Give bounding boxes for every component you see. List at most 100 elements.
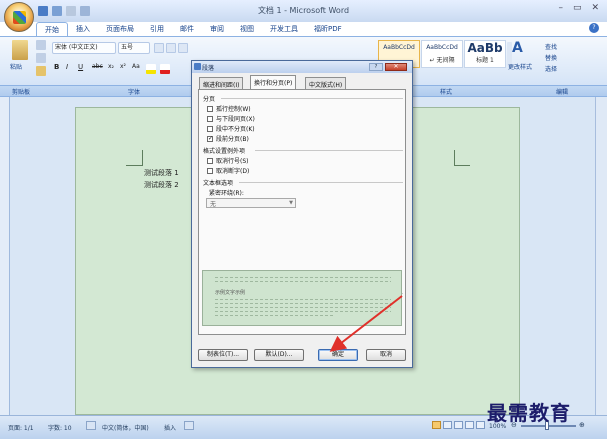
tab-review[interactable]: 审阅 [202,22,232,36]
clear-format-icon[interactable] [178,43,188,53]
cut-icon[interactable] [36,40,46,50]
cancel-button[interactable]: 取消 [366,349,406,361]
find-button[interactable]: 查找 [545,42,557,51]
tab-indents-spacing[interactable]: 缩进和间距(I) [199,77,244,89]
preview-line [215,281,391,282]
keep-with-next-option[interactable]: 与下段同页(X) [207,114,255,123]
font-name-select[interactable]: 宋体 (中文正文) [52,42,116,54]
style-heading-1-sample: AaBb [467,41,503,55]
proofing-icon[interactable] [86,421,96,430]
style-no-spacing-sample: AaBbCcDd [426,44,458,51]
format-exceptions-section-title: 格式设置例外项 [203,148,246,155]
office-logo-icon [13,11,26,24]
style-normal-sample: AaBbCcDd [383,44,415,51]
paste-button[interactable]: 粘贴 [10,62,22,71]
window-controls: – ▭ ✕ [558,3,599,13]
section-divider [221,98,403,99]
tab-mailings[interactable]: 邮件 [172,22,202,36]
clipboard-group-label: 剪贴板 [12,89,31,96]
language-status[interactable]: 中文(简体，中国) [102,423,149,432]
format-painter-icon[interactable] [36,66,46,76]
dialog-help-button[interactable]: ? [369,63,383,71]
tab-insert[interactable]: 插入 [68,22,98,36]
document-paragraph: 测试段落 2 [144,181,179,189]
vertical-scrollbar[interactable] [595,97,607,415]
section-divider [255,150,403,151]
suppress-line-numbers-checkbox[interactable] [207,157,213,164]
font-size-select[interactable]: 五号 [118,42,150,54]
maximize-button[interactable]: ▭ [573,3,582,13]
section-divider [239,182,403,183]
font-color-icon[interactable] [160,64,170,74]
tab-references[interactable]: 引用 [142,22,172,36]
subscript-icon[interactable]: x₂ [108,63,114,70]
pagination-section-title: 分页 [203,96,216,103]
keep-with-next-checkbox[interactable] [207,115,213,122]
chevron-down-icon: ▼ [289,200,293,206]
change-case-icon[interactable]: Aa [132,63,140,70]
tabs-button[interactable]: 制表位(T)... [198,349,248,361]
dialog-close-button[interactable]: ✕ [385,63,407,71]
keep-lines-together-checkbox[interactable] [207,125,213,132]
bold-icon[interactable]: B [54,63,59,71]
shrink-font-icon[interactable] [166,43,176,53]
paste-icon[interactable] [12,40,28,60]
style-no-spacing-name: ↵ 无间隔 [429,57,455,64]
zoom-in-icon[interactable]: ⊕ [579,421,585,429]
tab-page-layout[interactable]: 页面布局 [98,22,142,36]
ribbon-tabs: 开始 插入 页面布局 引用 邮件 审阅 视图 开发工具 福昕PDF [36,22,350,36]
keep-lines-together-label: 段中不分页(K) [216,126,255,133]
print-layout-icon[interactable] [432,421,441,429]
page-break-before-checkbox[interactable]: ✓ [207,135,213,142]
style-heading-1-name: 标题 1 [476,57,494,64]
page-break-before-label: 段前分页(B) [216,136,249,143]
style-no-spacing[interactable]: AaBbCcDd ↵ 无间隔 [421,40,463,68]
no-hyphenation-label: 取消断字(D) [216,168,250,175]
office-button[interactable] [4,2,34,32]
change-styles-icon[interactable]: A [512,40,523,56]
close-window-button[interactable]: ✕ [591,3,599,13]
window-title: 文档 1 - Microsoft Word [257,6,350,15]
tab-foxit-pdf[interactable]: 福昕PDF [306,22,350,36]
select-button[interactable]: 选择 [545,64,557,73]
tab-view[interactable]: 视图 [232,22,262,36]
grow-font-icon[interactable] [154,43,164,53]
draft-icon[interactable] [476,421,485,429]
widow-control-option[interactable]: 孤行控制(W) [207,104,251,113]
macro-icon[interactable] [184,421,194,430]
help-icon[interactable]: ? [589,23,599,33]
margin-corner-mark [454,150,455,166]
word-count[interactable]: 字数: 10 [48,423,72,432]
tab-asian-typography[interactable]: 中文版式(H) [305,77,347,89]
outline-icon[interactable] [465,421,474,429]
tab-home[interactable]: 开始 [36,22,68,36]
tight-wrap-select[interactable]: 无 ▼ [206,198,296,208]
page-count[interactable]: 页面: 1/1 [8,423,34,432]
default-button[interactable]: 默认(D)... [254,349,304,361]
ok-button[interactable]: 确定 [318,349,358,361]
suppress-line-numbers-option[interactable]: 取消行号(S) [207,156,249,165]
margin-corner-mark [142,150,143,166]
minimize-button[interactable]: – [558,3,563,13]
replace-button[interactable]: 替换 [545,53,557,62]
no-hyphenation-option[interactable]: 取消断字(D) [207,166,249,175]
highlight-icon[interactable] [146,64,156,74]
widow-control-checkbox[interactable] [207,105,213,112]
superscript-icon[interactable]: x² [120,63,126,70]
insert-mode-status[interactable]: 插入 [164,423,176,432]
strikethrough-icon[interactable]: abc [92,63,103,70]
full-screen-reading-icon[interactable] [443,421,452,429]
underline-icon[interactable]: U [78,63,83,71]
web-layout-icon[interactable] [454,421,463,429]
document-paragraph: 测试段落 1 [144,169,179,177]
keep-lines-together-option[interactable]: 段中不分页(K) [207,124,255,133]
copy-icon[interactable] [36,53,46,63]
style-heading-1[interactable]: AaBb 标题 1 [464,40,506,68]
no-hyphenation-checkbox[interactable] [207,167,213,174]
italic-icon[interactable]: I [66,63,68,71]
page-break-before-option[interactable]: ✓ 段前分页(B) [207,134,249,143]
tab-line-page-breaks[interactable]: 换行和分页(P) [250,75,297,89]
change-styles-button[interactable]: 更改样式 [508,62,532,71]
tab-developer[interactable]: 开发工具 [262,22,306,36]
preview-line [215,277,391,278]
